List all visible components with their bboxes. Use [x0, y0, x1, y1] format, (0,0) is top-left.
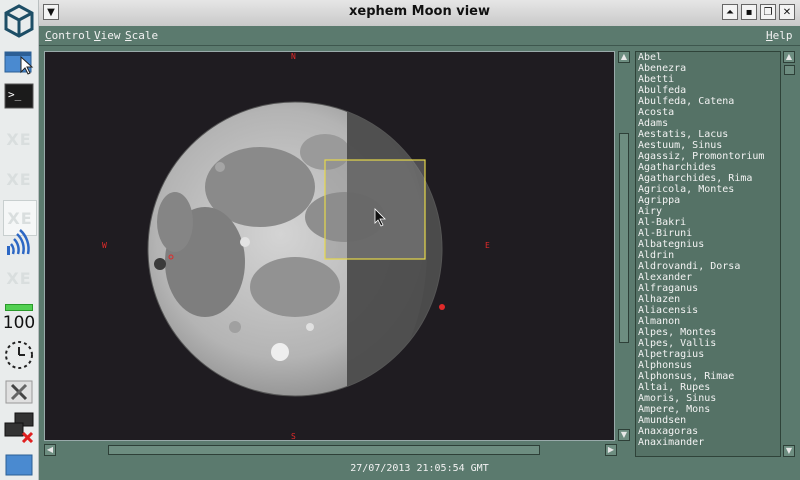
- menu-scale[interactable]: Scale: [125, 29, 158, 42]
- feature-list-item[interactable]: Abetti: [636, 74, 780, 85]
- feature-list-item[interactable]: Airy: [636, 206, 780, 217]
- feature-list[interactable]: Abel Abenezra Abetti Abulfeda Abulfeda, Cate…: [635, 51, 781, 457]
- feature-list-item[interactable]: Albategnius: [636, 239, 780, 250]
- moon-view[interactable]: N S E W: [44, 51, 615, 441]
- feature-list-item[interactable]: Agatharchides, Rima: [636, 173, 780, 184]
- feature-list-item[interactable]: Agrippa: [636, 195, 780, 206]
- battery-level-text: 100: [2, 313, 36, 333]
- compass-south: S: [291, 432, 296, 441]
- list-scroll-thumb[interactable]: [784, 65, 795, 75]
- feature-list-item[interactable]: Abulfeda: [636, 85, 780, 96]
- close-button[interactable]: ✕: [779, 4, 795, 20]
- battery-bar-icon: [3, 302, 35, 312]
- feature-list-item[interactable]: Abenezra: [636, 63, 780, 74]
- feature-list-item[interactable]: Agatharchides: [636, 162, 780, 173]
- scroll-right-button[interactable]: ▶: [605, 444, 617, 456]
- scroll-left-button[interactable]: ◀: [44, 444, 56, 456]
- feature-list-item[interactable]: Alfraganus: [636, 283, 780, 294]
- view-vertical-scrollbar[interactable]: ▲ ▼: [617, 51, 631, 441]
- compass-west: W: [102, 241, 107, 250]
- xephem-window: ▼ xephem Moon view ⏶ ▪ ❐ ✕ Control View …: [39, 0, 800, 480]
- menu-control[interactable]: Control: [45, 29, 91, 42]
- window-title: xephem Moon view: [349, 4, 490, 19]
- compass-east: E: [485, 241, 490, 250]
- feature-list-item[interactable]: Aliacensis: [636, 305, 780, 316]
- feature-list-item[interactable]: Al-Biruni: [636, 228, 780, 239]
- feature-list-item[interactable]: Almanon: [636, 316, 780, 327]
- feature-list-item[interactable]: Agricola, Montes: [636, 184, 780, 195]
- maximize-button[interactable]: ❐: [760, 4, 776, 20]
- svg-text:>_: >_: [8, 88, 22, 101]
- feature-list-item[interactable]: Amoris, Sinus: [636, 393, 780, 404]
- feature-list-item[interactable]: Abulfeda, Catena: [636, 96, 780, 107]
- view-horizontal-scrollbar[interactable]: ◀ ▶: [44, 443, 617, 457]
- dock: >_ XE XE XE XE 100: [0, 0, 39, 480]
- feature-list-item[interactable]: Alhazen: [636, 294, 780, 305]
- clock-icon[interactable]: [3, 338, 35, 372]
- feature-list-item[interactable]: Aestatis, Lacus: [636, 129, 780, 140]
- xe-app-icon[interactable]: XE: [3, 262, 35, 294]
- xe-app-icon[interactable]: XE: [3, 162, 35, 196]
- feature-marker[interactable]: [439, 304, 445, 310]
- compass-north: N: [291, 52, 296, 61]
- feature-list-item[interactable]: Anaximander: [636, 437, 780, 448]
- cube-logo-icon[interactable]: [3, 4, 35, 38]
- feature-list-item[interactable]: Acosta: [636, 107, 780, 118]
- menu-bar: Control View Scale Help: [39, 26, 800, 46]
- feature-list-item[interactable]: Aestuum, Sinus: [636, 140, 780, 151]
- horizontal-scroll-thumb[interactable]: [108, 445, 540, 455]
- feature-list-item[interactable]: Agassiz, Promontorium: [636, 151, 780, 162]
- feature-list-item[interactable]: Altai, Rupes: [636, 382, 780, 393]
- feature-list-item[interactable]: Alpes, Montes: [636, 327, 780, 338]
- feature-list-item[interactable]: Alpes, Vallis: [636, 338, 780, 349]
- terminal-icon[interactable]: >_: [3, 82, 35, 110]
- scroll-down-button[interactable]: ▼: [618, 429, 630, 441]
- feature-list-item[interactable]: Alphonsus: [636, 360, 780, 371]
- feature-list-item[interactable]: Alpetragius: [636, 349, 780, 360]
- list-scroll-up-button[interactable]: ▲: [783, 51, 795, 63]
- window-cursor-icon[interactable]: [3, 46, 35, 76]
- menu-help[interactable]: Help: [766, 29, 793, 42]
- xe-app-icon[interactable]: XE: [3, 122, 35, 156]
- feature-list-item[interactable]: Amundsen: [636, 415, 780, 426]
- shade-button[interactable]: ⏶: [722, 4, 738, 20]
- network-disconnected-icon[interactable]: [3, 410, 35, 444]
- minimize-button[interactable]: ▪: [741, 4, 757, 20]
- list-scroll-down-button[interactable]: ▼: [783, 445, 795, 457]
- feature-list-item[interactable]: Alphonsus, Rimae: [636, 371, 780, 382]
- moon-image[interactable]: [45, 52, 614, 440]
- status-datetime: 27/07/2013 21:05:54 GMT: [350, 463, 489, 474]
- title-bar[interactable]: ▼ xephem Moon view ⏶ ▪ ❐ ✕: [39, 0, 800, 27]
- feature-list-item[interactable]: Alexander: [636, 272, 780, 283]
- feature-list-item[interactable]: Anaxagoras: [636, 426, 780, 437]
- feature-list-scrollbar[interactable]: ▲ ▼: [782, 51, 797, 457]
- wifi-icon[interactable]: [3, 226, 35, 260]
- vertical-scroll-thumb[interactable]: [619, 133, 629, 343]
- feature-list-item[interactable]: Adams: [636, 118, 780, 129]
- feature-list-item[interactable]: Ampere, Mons: [636, 404, 780, 415]
- feature-list-item[interactable]: Aldrin: [636, 250, 780, 261]
- scroll-up-button[interactable]: ▲: [618, 51, 630, 63]
- menu-view[interactable]: View: [94, 29, 121, 42]
- show-desktop-icon[interactable]: [3, 452, 35, 478]
- feature-list-item[interactable]: Al-Bakri: [636, 217, 780, 228]
- feature-list-item[interactable]: Abel: [636, 52, 780, 63]
- feature-list-item[interactable]: Aldrovandi, Dorsa: [636, 261, 780, 272]
- tools-icon[interactable]: [3, 378, 35, 406]
